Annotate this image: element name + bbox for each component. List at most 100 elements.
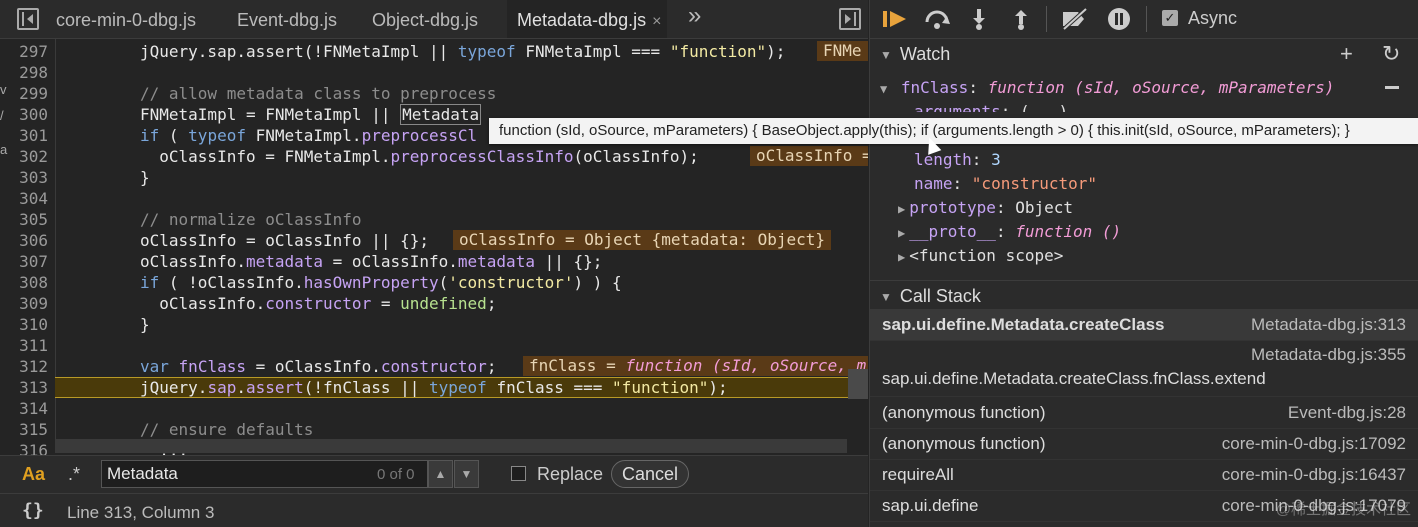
call-stack-header[interactable]: ▼ Call Stack [870,280,1418,311]
code-line-299: // allow metadata class to preprocess [140,84,497,103]
match-case-toggle[interactable]: Aa [22,464,45,485]
replace-checkbox[interactable] [511,466,526,481]
step-out-icon[interactable] [1012,8,1030,30]
call-frame-function: sap.ui.define [882,496,979,515]
expand-triangle-icon: ▶ [898,250,906,264]
more-tabs-icon[interactable]: » [688,2,701,30]
watermark: @稀土掘金技术社区 [1275,501,1411,518]
watch-property-prototype[interactable]: ▶ prototype: Object [898,196,1073,220]
debugger-sidebar: ✓ Async ▼ Watch + ↻ ▼ fnClass: function (… [869,0,1418,527]
inline-value: oClassInfo = Object {metadata: Object} [453,230,832,250]
resume-icon[interactable] [882,9,908,29]
add-watch-icon[interactable]: + [1340,39,1353,69]
call-frame[interactable]: (anonymous function) Event-dbg.js:28 [870,397,1418,429]
line-number[interactable]: 300 [0,104,48,125]
regex-toggle[interactable]: .* [68,464,80,485]
code-line-308: if ( !oClassInfo.hasOwnProperty('constru… [140,273,622,292]
tab-core-min[interactable]: core-min-0-dbg.js [56,0,196,38]
pause-on-exceptions-icon[interactable] [1107,7,1131,31]
watch-panel: ▼ fnClass: function (sId, oSource, mPara… [870,74,1418,280]
async-label: Async [1188,8,1238,28]
line-number[interactable]: 307 [0,251,48,272]
remove-watch-icon[interactable] [1385,86,1399,89]
deactivate-breakpoints-icon[interactable] [1060,8,1090,30]
call-frame-location[interactable]: Event-dbg.js:28 [1288,403,1406,423]
watch-property-name: name: "constructor" [914,174,1098,193]
search-input-value: Metadata [107,464,178,483]
tab-object[interactable]: Object-dbg.js [372,0,478,38]
line-number[interactable]: 306 [0,230,48,251]
editor-panel: core-min-0-dbg.js Event-dbg.js Object-db… [0,0,868,527]
line-gutter[interactable]: 297 298 299 300 301 302 303 304 305 306 … [0,39,56,460]
line-number[interactable]: 308 [0,272,48,293]
refresh-icon[interactable]: ↻ [1382,39,1400,69]
line-number[interactable]: 310 [0,314,48,335]
line-number[interactable]: 298 [0,62,48,83]
tab-bar: core-min-0-dbg.js Event-dbg.js Object-db… [0,0,868,39]
search-next-button[interactable]: ▼ [454,460,479,488]
line-number[interactable]: 312 [0,356,48,377]
call-frame-location[interactable]: Metadata-dbg.js:313 [1251,315,1406,335]
toggle-navigator-icon[interactable] [17,8,39,30]
inline-value: FNMe [817,41,868,61]
step-into-icon[interactable] [970,8,988,30]
code-line-305: // normalize oClassInfo [140,210,362,229]
tab-label: Metadata-dbg.js [517,10,647,30]
async-checkbox[interactable]: ✓ [1162,10,1178,26]
code-line-297: jQuery.sap.assert(!FNMetaImpl || typeof … [140,42,786,61]
code-line-313: jQuery.sap.assert(!fnClass || typeof fnC… [140,378,728,397]
step-over-icon[interactable] [923,8,951,30]
call-frame[interactable]: requireAll core-min-0-dbg.js:16437 [870,459,1418,491]
toggle-debugger-icon[interactable] [839,8,861,30]
line-number[interactable]: 304 [0,188,48,209]
inline-value: fnClass = function (sId, oSource, m [523,356,868,376]
line-number[interactable]: 309 [0,293,48,314]
code-editor[interactable]: 297 298 299 300 301 302 303 304 305 306 … [0,39,868,460]
expand-triangle-icon: ▶ [898,202,906,216]
value-tooltip: function (sId, oSource, mParameters) { B… [489,118,1418,144]
watch-property-arguments[interactable]: arguments: (...) [914,100,1068,112]
line-number[interactable]: 305 [0,209,48,230]
search-previous-button[interactable]: ▲ [428,460,453,488]
code-line-315: // ensure defaults [140,420,314,439]
code-line-310: } [140,315,150,334]
call-frame[interactable]: (anonymous function) core-min-0-dbg.js:17… [870,428,1418,460]
collapse-triangle-icon: ▼ [880,48,892,62]
watch-title: Watch [899,44,951,64]
line-number[interactable]: 299 [0,83,48,104]
watch-expression[interactable]: ▼ fnClass: function (sId, oSource, mPara… [880,76,1334,100]
collapse-triangle-icon: ▼ [880,290,892,304]
call-frame[interactable]: sap.ui.define.Metadata.createClass Metada… [870,309,1418,341]
expand-triangle-icon: ▼ [880,82,888,96]
tab-event[interactable]: Event-dbg.js [237,0,337,38]
code-line-307: oClassInfo.metadata = oClassInfo.metadat… [140,252,603,271]
inline-value: oClassInfo = [750,146,868,166]
line-number[interactable]: 302 [0,146,48,167]
call-frame-location[interactable]: Metadata-dbg.js:355 [1251,345,1406,365]
line-number[interactable]: 314 [0,398,48,419]
line-number[interactable]: 315 [0,419,48,440]
watch-property-proto[interactable]: ▶ __proto__: function () [898,220,1121,244]
expand-triangle-icon: ▶ [898,226,906,240]
watch-header[interactable]: ▼ Watch + ↻ [870,39,1418,69]
line-number[interactable]: 301 [0,125,48,146]
line-number[interactable]: 311 [0,335,48,356]
tab-metadata[interactable]: Metadata-dbg.js × [507,0,667,38]
toolbar-separator [1046,6,1047,32]
tab-label: Object-dbg.js [372,10,479,30]
call-frame[interactable]: Metadata-dbg.js:355 sap.ui.define.Metadat… [870,341,1418,397]
line-number[interactable]: 313 [0,377,48,398]
cancel-button[interactable]: Cancel [611,460,690,488]
call-frame-location[interactable]: core-min-0-dbg.js:16437 [1222,465,1406,485]
watch-function-scope[interactable]: ▶ <function scope> [898,244,1063,268]
line-number[interactable]: 297 [0,41,48,62]
toolbar-separator [1146,6,1147,32]
vertical-scrollbar[interactable] [848,369,868,399]
pretty-print-button[interactable]: {} [22,500,44,521]
edge-glyph: v [0,82,7,97]
call-frame-location[interactable]: core-min-0-dbg.js:17092 [1222,434,1406,454]
line-number[interactable]: 303 [0,167,48,188]
horizontal-scrollbar[interactable] [55,439,847,453]
close-icon[interactable]: × [652,13,661,30]
cursor-position: Line 313, Column 3 [67,503,215,522]
